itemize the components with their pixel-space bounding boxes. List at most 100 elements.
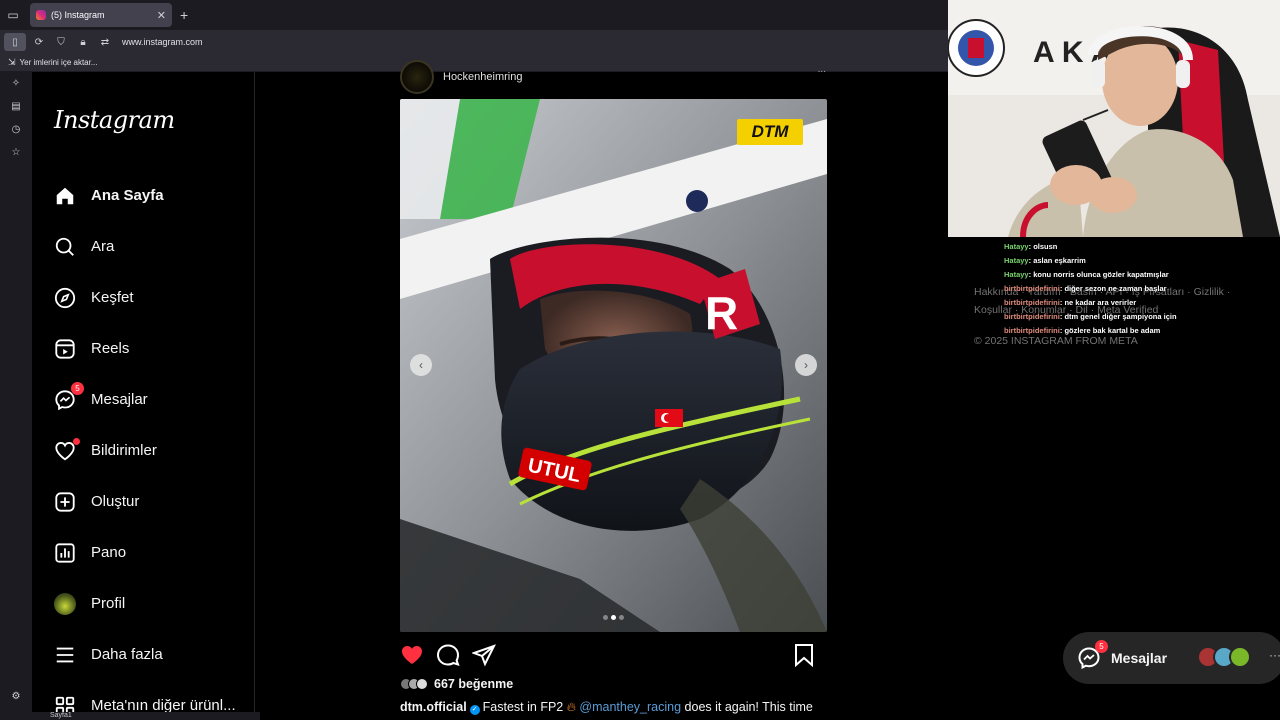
sidebar-item-label: Ana Sayfa [91,187,164,204]
browser-tab[interactable]: (5) Instagram ✕ [30,3,172,27]
comment-button[interactable] [436,643,460,667]
webcam-feed: A K A [948,0,1280,237]
sidebar-item-label: Mesajlar [91,391,148,408]
messenger-icon: 5 [1077,640,1108,670]
messenger-icon: 5 [53,381,84,412]
instagram-favicon-icon [36,10,46,20]
close-tab-icon[interactable]: ✕ [157,9,166,22]
screen: { "browser": { "tab_title": "(5) Instagr… [0,0,1280,720]
sidebar-item-label: Reels [91,340,130,357]
post-location[interactable]: Hockenheimring [443,71,522,83]
avatar [1229,646,1251,668]
search-icon [53,235,77,259]
sidebar-item-search[interactable]: Ara [53,221,253,272]
messages-more-icon[interactable]: ··· [1269,648,1280,662]
post-author-avatar[interactable] [400,60,434,94]
sidebar-item-dashboard[interactable]: Pano [53,527,253,578]
bookmark-icon [795,644,813,667]
carousel-dots [400,615,827,620]
carousel-next-button[interactable]: › [795,354,817,376]
caption-username[interactable]: dtm.official [400,700,467,714]
shield-icon[interactable]: ⛉ [50,30,72,54]
likes-row[interactable]: 667 beğenme [400,677,513,691]
browser-sidebar: ✧ ▤ ◷ ☆ ⚙ [0,72,32,720]
bookmark-import-link[interactable]: Yer imlerini içe aktar... [20,58,98,67]
sidebar-item-more[interactable]: Daha fazla [53,629,253,680]
permissions-icon[interactable]: ⇄ [94,30,116,54]
post-header: Hockenheimring ... [400,60,828,94]
share-button[interactable] [472,643,496,667]
history-icon[interactable]: ◷ [0,118,32,141]
sidebar-item-label: Profil [91,595,126,612]
like-button[interactable] [400,643,424,667]
caption-text-continued: does it again! This time [684,700,813,714]
extensions-icon[interactable]: ⟳ [28,30,50,54]
caption-mention[interactable]: @manthey_racing [579,700,681,714]
chat-message: Hatayy: konu norris olunca gözler kapatm… [1004,270,1169,279]
sidebar-toggle-icon[interactable]: ▯ [4,33,26,51]
sidebar-item-home[interactable]: Ana Sayfa [53,170,253,221]
tab-title: (5) Instagram [51,10,105,20]
messages-pill-badge: 5 [1095,640,1108,653]
messages-badge: 5 [71,381,84,395]
sidebar-item-label: Oluştur [91,493,140,510]
synced-tabs-icon[interactable]: ▤ [0,95,32,118]
post-actions [400,642,828,668]
sidebar-item-label: Bildirimler [91,442,157,459]
sidebar-item-messages[interactable]: 5 Mesajlar [53,374,253,425]
likes-count: 667 beğenme [434,677,514,691]
notification-dot [73,437,80,445]
racing-driver-photo: R UTUL [400,99,827,632]
settings-gear-icon[interactable]: ⚙ [0,685,32,708]
sidebar-item-create[interactable]: Oluştur [53,476,253,527]
ai-sparkle-icon[interactable]: ✧ [0,72,32,95]
post-caption: dtm.official ✓ Fastest in FP2 🔥︎ @manthey_… [400,700,830,715]
chat-message: birtbirtpidefirini: diğer sezon ne zaman… [1004,284,1167,293]
post-image[interactable]: R UTUL DTM ‹ › [400,99,827,632]
save-button[interactable] [792,643,816,667]
new-tab-icon[interactable]: + [180,7,188,23]
chat-message: Hatayy: aslan eşkarrim [1004,256,1086,265]
sidebar-item-notifications[interactable]: Bildirimler [53,425,253,476]
sidebar-item-explore[interactable]: Keşfet [53,272,253,323]
comment-icon [436,644,460,667]
bookmarks-star-icon[interactable]: ☆ [0,141,32,164]
sidebar-item-label: Daha fazla [91,646,163,663]
sidebar-item-reels[interactable]: Reels [53,323,253,374]
carousel-prev-button[interactable]: ‹ [410,354,432,376]
heart-icon [53,437,80,463]
compass-icon [53,286,77,310]
sidebar-item-label: Ara [91,238,115,255]
dashboard-icon [53,541,77,565]
stream-chat-overlay: Hatayy: olsusn Hatayy: aslan eşkarrim Ha… [990,240,1250,338]
chat-message: birtbirtpidefirini: dtm genel diğer şamp… [1004,312,1177,321]
home-icon [53,184,77,208]
reels-icon [53,337,77,361]
instagram-sidebar: Instagram Ana Sayfa Ara Keşfet Reels 5 M… [33,72,255,720]
chat-message: birtbirtpidefirini: ne kadar ara verirle… [1004,298,1137,307]
caption-text: Fastest in FP2 [482,700,564,714]
url-field[interactable]: www.instagram.com [122,37,203,47]
sidebar-item-label: Pano [91,544,127,561]
sidebar-nav: Ana Sayfa Ara Keşfet Reels 5 Mesajlar Bi… [53,170,253,720]
taskbar-sheet-tab[interactable]: Sayfa1 [0,712,260,720]
streamer-webcam: A K A [948,0,1280,237]
svg-text:R: R [705,287,738,339]
verified-badge-icon: ✓ [469,705,480,715]
messages-pill-label: Mesajlar [1111,650,1168,666]
sidebar-item-profile[interactable]: Profil [53,578,253,629]
recent-chat-avatars [1197,646,1251,668]
dtm-logo: DTM [751,122,789,141]
heart-filled-icon [402,646,422,664]
fire-emoji-icon: 🔥︎ [566,700,576,714]
send-icon [472,644,496,667]
more-options-icon[interactable]: ... [818,64,826,75]
instagram-logo[interactable]: Instagram [54,106,175,134]
lock-icon[interactable]: 🔒︎ [72,30,94,54]
chat-message: Hatayy: olsusn [1004,242,1058,251]
messages-floating-button[interactable]: 5 Mesajlar ··· [1063,632,1280,684]
tab-list-icon[interactable]: ▭ [0,0,26,30]
menu-icon [53,643,77,667]
liker-avatars [400,678,428,690]
import-icon: ⇲ [8,57,16,67]
